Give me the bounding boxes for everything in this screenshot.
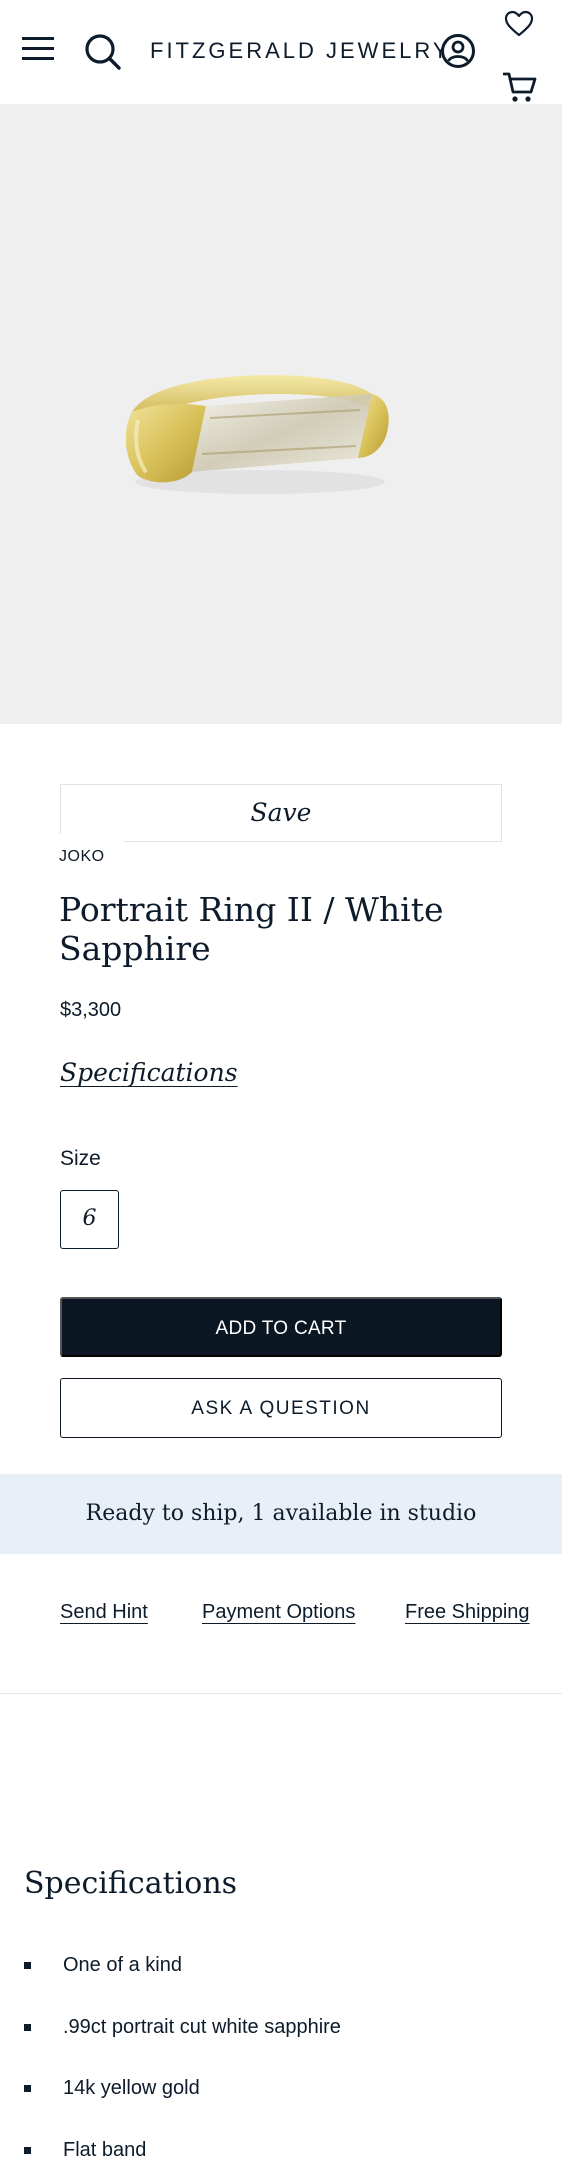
size-option-selected[interactable]: 6 bbox=[60, 1190, 119, 1249]
availability-text: Ready to ship, 1 available in studio bbox=[85, 1501, 477, 1526]
account-icon[interactable] bbox=[440, 33, 476, 69]
section-divider bbox=[0, 1693, 562, 1694]
size-label: Size bbox=[60, 1147, 101, 1170]
spec-item-text: One of a kind bbox=[63, 1954, 182, 1976]
search-icon[interactable] bbox=[84, 33, 122, 71]
cart-icon[interactable] bbox=[503, 72, 537, 104]
menu-icon[interactable] bbox=[22, 36, 56, 62]
availability-banner: Ready to ship, 1 available in studio bbox=[0, 1474, 562, 1554]
brand-logo[interactable]: FITZGERALD JEWELRY bbox=[150, 38, 451, 64]
ask-question-button[interactable]: ASK A QUESTION bbox=[60, 1378, 502, 1438]
specifications-heading: Specifications bbox=[24, 1866, 238, 1901]
free-shipping-link[interactable]: Free Shipping bbox=[405, 1601, 530, 1624]
heart-icon[interactable] bbox=[504, 10, 534, 38]
product-price: $3,300 bbox=[60, 999, 122, 1021]
bullet-icon bbox=[24, 2147, 31, 2154]
spec-item-text: 14k yellow gold bbox=[63, 2077, 200, 2099]
bullet-icon bbox=[24, 2085, 31, 2092]
product-image[interactable] bbox=[0, 104, 562, 724]
payment-options-link[interactable]: Payment Options bbox=[202, 1601, 355, 1624]
bullet-icon bbox=[24, 1962, 31, 1969]
specifications-link[interactable]: Specifications bbox=[60, 1058, 238, 1087]
ring-image bbox=[125, 375, 389, 494]
product-title: Portrait Ring II / White Sapphire bbox=[59, 890, 444, 968]
bullet-icon bbox=[24, 2024, 31, 2031]
add-to-cart-button[interactable]: ADD TO CART bbox=[60, 1297, 502, 1357]
spec-item-text: Flat band bbox=[63, 2139, 147, 2160]
save-button-notch bbox=[60, 834, 124, 844]
send-hint-link[interactable]: Send Hint bbox=[60, 1601, 148, 1624]
product-vendor[interactable]: JOKO bbox=[59, 848, 105, 866]
site-header: FITZGERALD JEWELRY bbox=[0, 0, 562, 104]
save-button[interactable]: Save bbox=[60, 784, 502, 842]
spec-item-text: .99ct portrait cut white sapphire bbox=[63, 2016, 341, 2038]
